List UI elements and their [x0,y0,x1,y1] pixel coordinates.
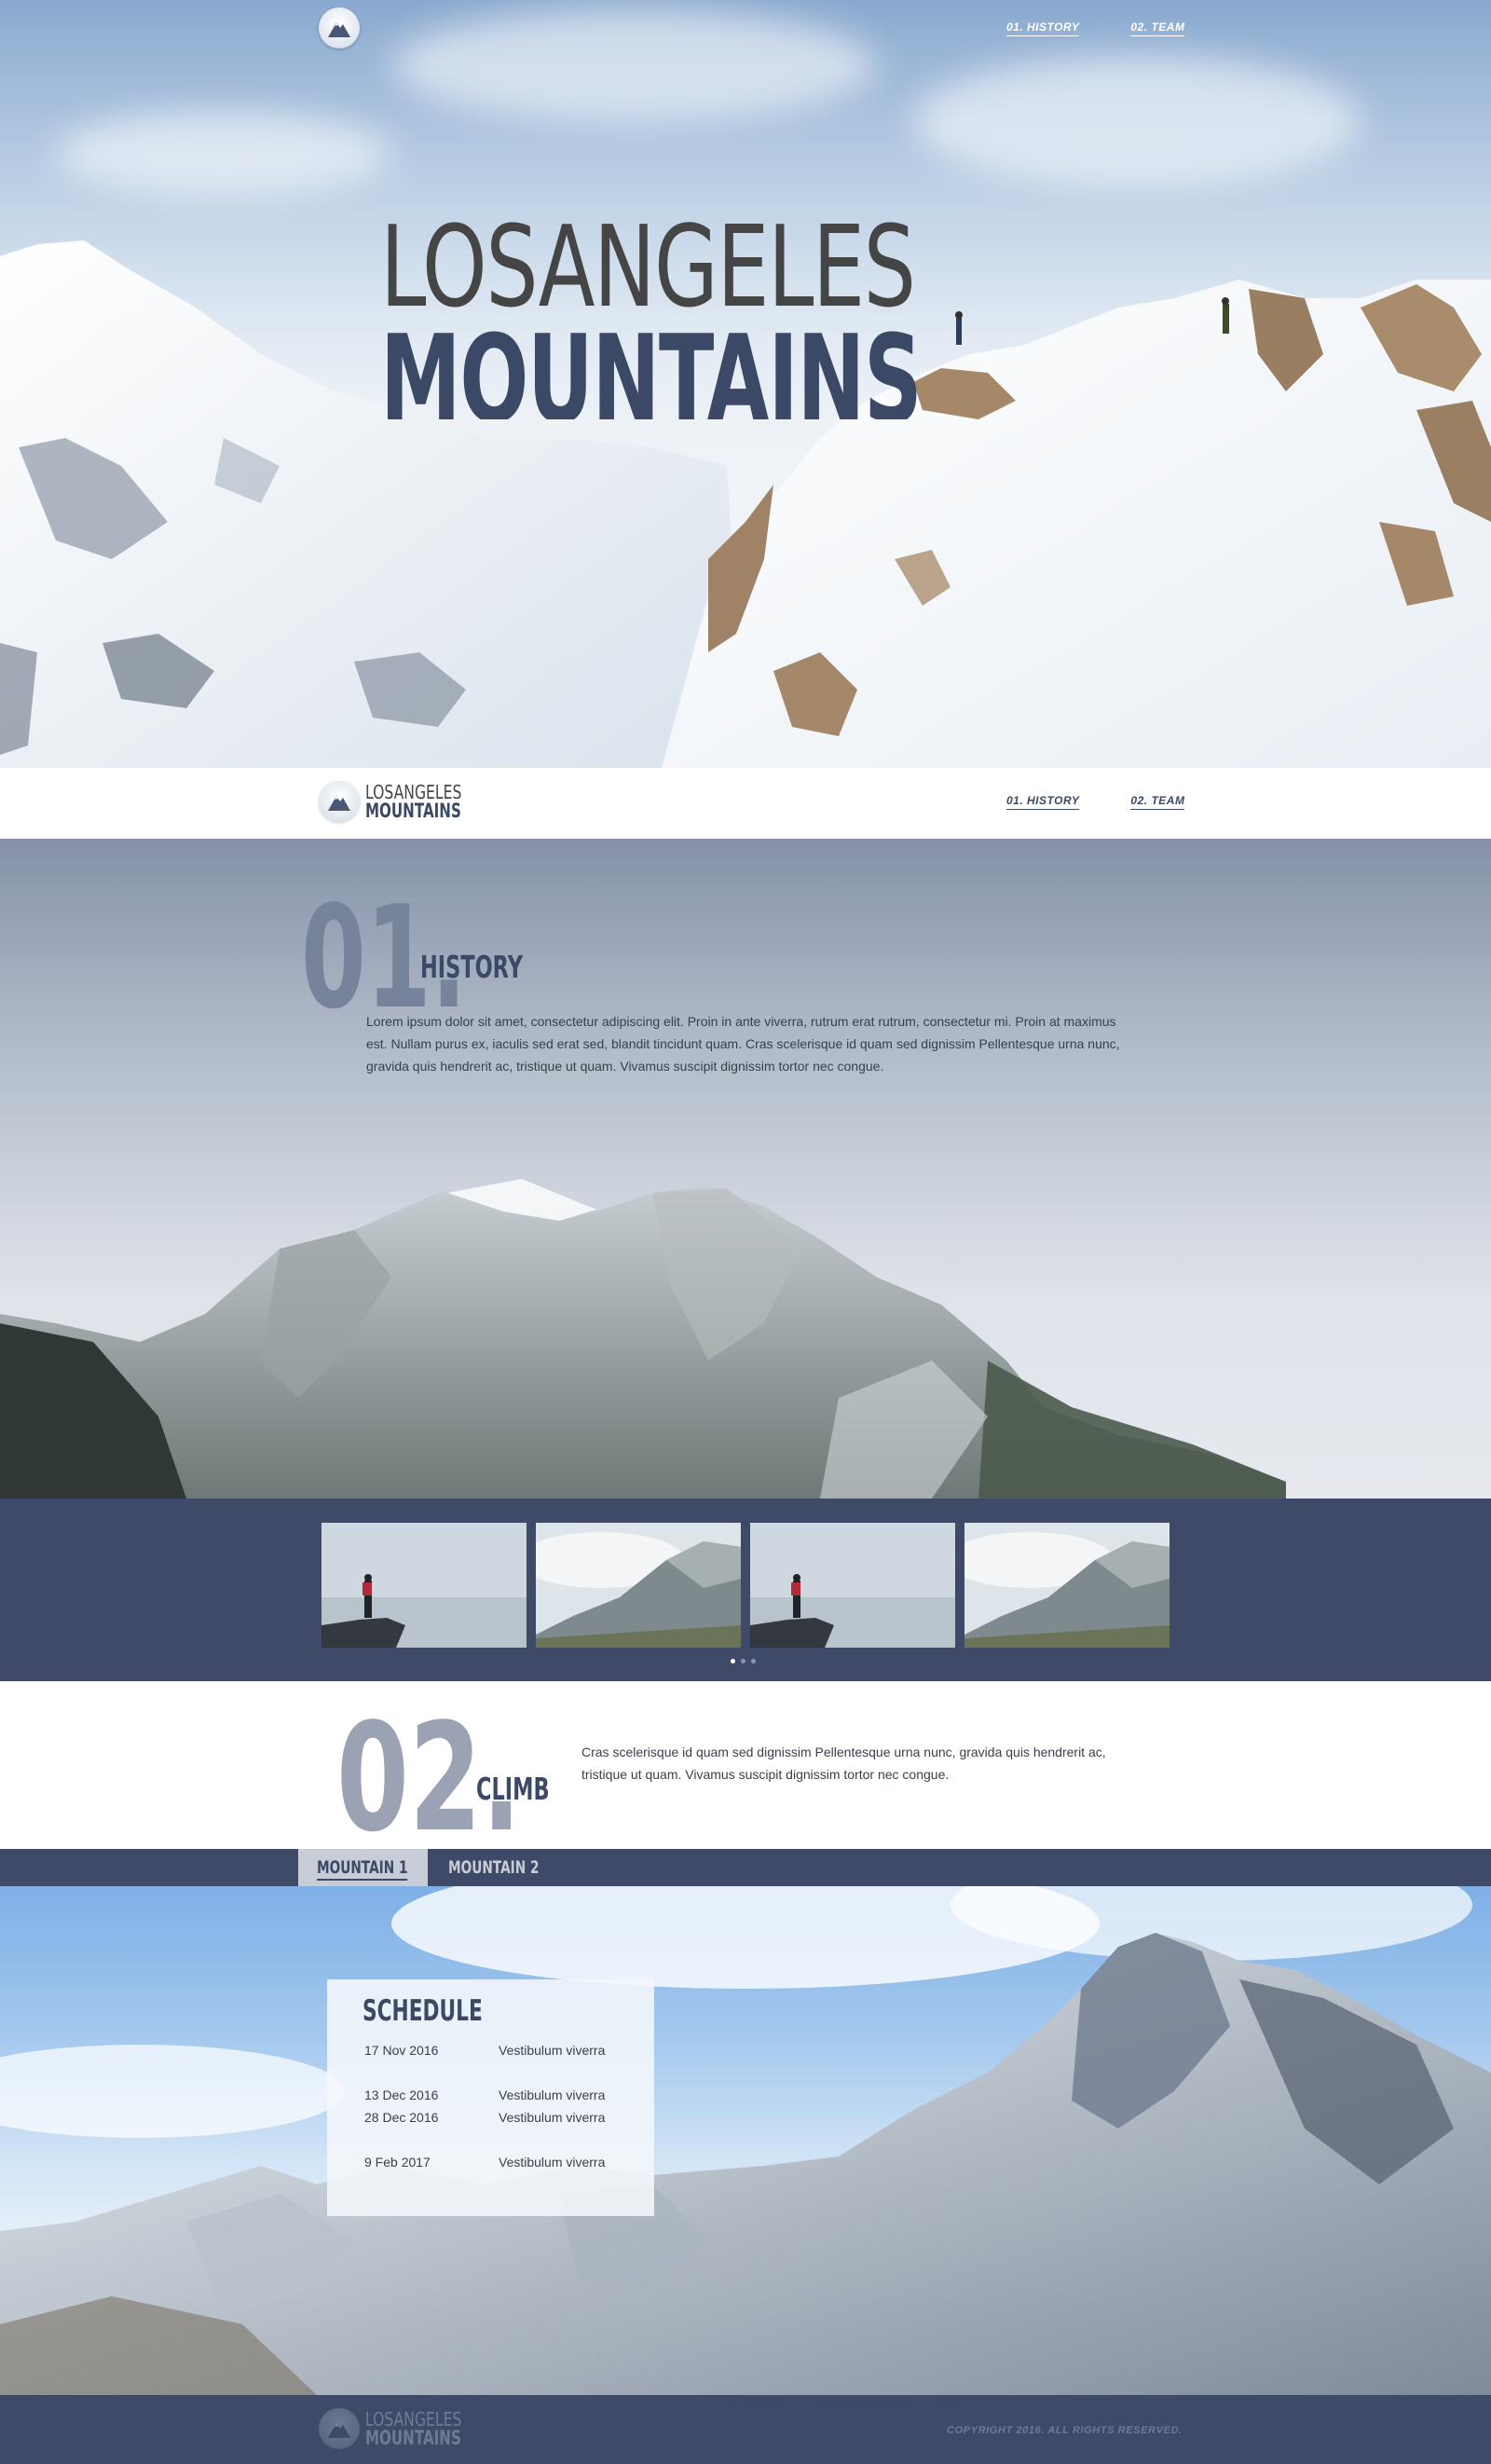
navbar-nav: 01. HISTORY 02. TEAM [1006,794,1185,810]
copyright-text: COPYRIGHT 2016. ALL RIGHTS RESERVED. [947,2425,1183,2436]
gallery-strip [0,1499,1491,1681]
hero-title: LOSANGELES MOUNTAINS [380,203,1187,420]
section-title: CLIMB [476,1771,550,1807]
tab-mountain-1[interactable]: MOUNTAIN 1 [298,1849,428,1886]
brand-line2: MOUNTAINS [365,799,461,822]
climb-body: Cras scelerisque id quam sed dignissim P… [581,1745,1106,1782]
schedule-text: Vestibulum viverra [499,2043,606,2058]
brand-line1: LOSANGELES [365,2407,462,2430]
schedule-card: SCHEDULE 17 Nov 2016 Vestibulum viverra … [327,1979,654,2216]
footer-brand-text: LOSANGELES MOUNTAINS [365,2410,499,2448]
hero-title-line2: MOUNTAINS [380,319,922,419]
mountain-logo-icon [319,781,360,822]
navbar-history-link[interactable]: 01. HISTORY [1006,794,1080,810]
tab-mountain-2[interactable]: MOUNTAIN 2 [448,1849,574,1886]
hero-title-line1: LOSANGELES [380,203,916,333]
brand-text: LOSANGELES MOUNTAINS [365,783,499,821]
sticky-navbar: LOSANGELES MOUNTAINS 01. HISTORY 02. TEA… [0,768,1491,839]
carousel-dot[interactable] [741,1659,746,1663]
nav-team-link[interactable]: 02. TEAM [1130,21,1185,36]
history-mountain-image [0,1179,1286,1499]
history-body: Lorem ipsum dolor sit amet, consectetur … [366,1014,1120,1074]
mountain-tabs: MOUNTAIN 1 MOUNTAIN 2 [0,1849,1491,1886]
logo-mountain-icon[interactable] [319,7,360,48]
schedule-row: 17 Nov 2016 Vestibulum viverra [364,2043,605,2058]
section-title: HISTORY [420,949,523,985]
carousel-dots [731,1659,756,1663]
schedule-mountain-image [0,1886,1491,2395]
brand-line1: LOSANGELES [365,780,462,803]
schedule-row: 13 Dec 2016 Vestibulum viverra [364,2088,605,2102]
history-section: 01. HISTORY Lorem ipsum dolor sit amet, … [0,839,1491,1499]
brand-line2: MOUNTAINS [365,2426,461,2449]
carousel-dot[interactable] [751,1659,756,1663]
footer: LOSANGELES MOUNTAINS COPYRIGHT 2016. ALL… [0,2395,1491,2464]
gallery-thumb-hiker[interactable] [321,1523,527,1648]
gallery-thumb-valley[interactable] [536,1523,741,1648]
climb-section: 02. CLIMB Cras scelerisque id quam sed d… [0,1681,1491,1853]
mountain-logo-icon [319,2408,360,2449]
schedule-date: 9 Feb 2017 [364,2155,431,2170]
schedule-row: 9 Feb 2017 Vestibulum viverra [364,2155,605,2170]
schedule-text: Vestibulum viverra [499,2110,606,2125]
footer-brand-logo[interactable]: LOSANGELES MOUNTAINS [319,2408,499,2449]
gallery-thumb-valley[interactable] [964,1523,1170,1648]
gallery-thumb-hiker[interactable] [750,1523,955,1648]
tab-label: MOUNTAIN 2 [448,1857,540,1878]
schedule-text: Vestibulum viverra [499,2155,606,2170]
carousel-dot[interactable] [731,1659,735,1663]
schedule-text: Vestibulum viverra [499,2088,606,2102]
schedule-date: 13 Dec 2016 [364,2088,439,2102]
nav-history-link[interactable]: 01. HISTORY [1006,21,1080,36]
hero-section: 01. HISTORY 02. TEAM LOSANGELES MOUNTAIN… [0,0,1491,768]
hero-nav: 01. HISTORY 02. TEAM [1006,21,1185,36]
schedule-section: SCHEDULE 17 Nov 2016 Vestibulum viverra … [0,1886,1491,2395]
schedule-title: SCHEDULE [362,1994,483,2028]
tab-label: MOUNTAIN 1 [317,1856,408,1881]
brand-logo[interactable]: LOSANGELES MOUNTAINS [319,781,499,822]
schedule-date: 17 Nov 2016 [364,2043,439,2058]
schedule-date: 28 Dec 2016 [364,2110,439,2125]
schedule-row: 28 Dec 2016 Vestibulum viverra [364,2110,605,2125]
navbar-team-link[interactable]: 02. TEAM [1130,794,1185,810]
